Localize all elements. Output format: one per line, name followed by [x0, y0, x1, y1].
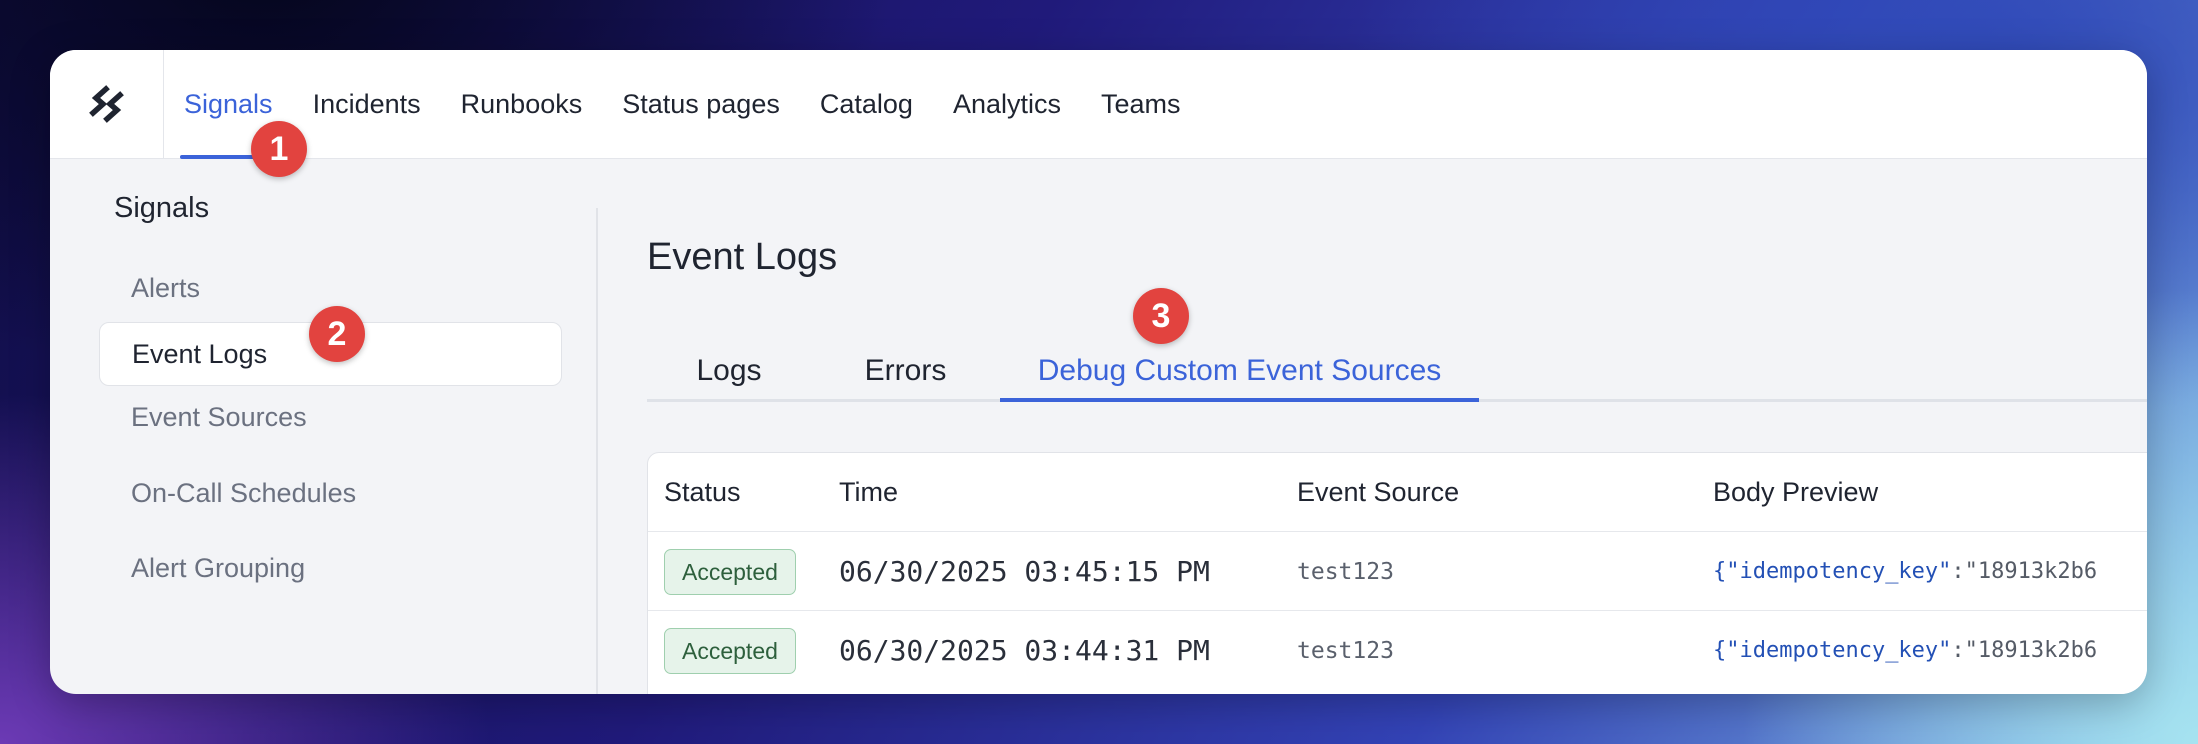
status-badge: Accepted: [664, 549, 796, 595]
top-navigation-bar: Signals Incidents Runbooks Status pages …: [50, 50, 2147, 159]
body-open-brace: {: [1713, 559, 1727, 584]
body-preview: { "idempotency_key": "18913k2b6: [1713, 532, 2097, 611]
event-time: 06/30/2025 03:45:15 PM: [839, 555, 1210, 588]
app-window: Signals Incidents Runbooks Status pages …: [50, 50, 2147, 694]
nav-item-runbooks[interactable]: Runbooks: [461, 50, 583, 158]
nav-item-incidents[interactable]: Incidents: [313, 50, 421, 158]
logo-icon: [88, 85, 124, 123]
nav-item-teams[interactable]: Teams: [1101, 50, 1181, 158]
nav-item-catalog[interactable]: Catalog: [820, 50, 913, 158]
column-header-event-source[interactable]: Event Source: [1297, 453, 1459, 531]
event-logs-table: Status Time Event Source Body Preview Ac…: [647, 452, 2147, 694]
body-value: "18913k2b6: [1964, 559, 2098, 584]
event-source: test123: [1297, 637, 1394, 664]
column-header-time[interactable]: Time: [839, 453, 898, 531]
body-preview: { "idempotency_key": "18913k2b6: [1713, 611, 2097, 690]
annotation-badge-1: 1: [251, 121, 307, 177]
sidebar-item-alert-grouping[interactable]: Alert Grouping: [99, 536, 562, 600]
main-nav: Signals Incidents Runbooks Status pages …: [180, 50, 1221, 159]
tab-errors[interactable]: Errors: [811, 340, 1000, 402]
status-badge: Accepted: [664, 628, 796, 674]
tab-debug-custom-event-sources[interactable]: Debug Custom Event Sources: [1000, 340, 1479, 402]
table-row[interactable]: Accepted 06/30/2025 03:44:31 PM test123 …: [648, 610, 2147, 690]
column-header-status[interactable]: Status: [664, 453, 741, 531]
annotation-badge-3: 3: [1133, 288, 1189, 344]
app-logo[interactable]: [50, 50, 164, 158]
sidebar-item-on-call-schedules[interactable]: On-Call Schedules: [99, 461, 562, 525]
tab-logs[interactable]: Logs: [647, 340, 811, 402]
sidebar-item-event-sources[interactable]: Event Sources: [99, 385, 562, 449]
event-time: 06/30/2025 03:44:31 PM: [839, 634, 1210, 667]
body-value: "18913k2b6: [1964, 638, 2098, 663]
annotation-badge-2: 2: [309, 306, 365, 362]
event-source: test123: [1297, 558, 1394, 585]
body-key: "idempotency_key": [1726, 559, 1952, 584]
table-row[interactable]: Accepted 06/30/2025 03:45:15 PM test123 …: [648, 531, 2147, 611]
body-separator: :: [1951, 638, 1965, 663]
nav-item-status-pages[interactable]: Status pages: [622, 50, 780, 158]
body-key: "idempotency_key": [1726, 638, 1952, 663]
body-separator: :: [1951, 559, 1965, 584]
sidebar-title: Signals: [114, 192, 210, 224]
nav-item-analytics[interactable]: Analytics: [953, 50, 1061, 158]
page-title: Event Logs: [647, 236, 838, 278]
body-open-brace: {: [1713, 638, 1727, 663]
column-header-body-preview[interactable]: Body Preview: [1713, 453, 1878, 531]
sidebar-divider: [596, 208, 598, 694]
